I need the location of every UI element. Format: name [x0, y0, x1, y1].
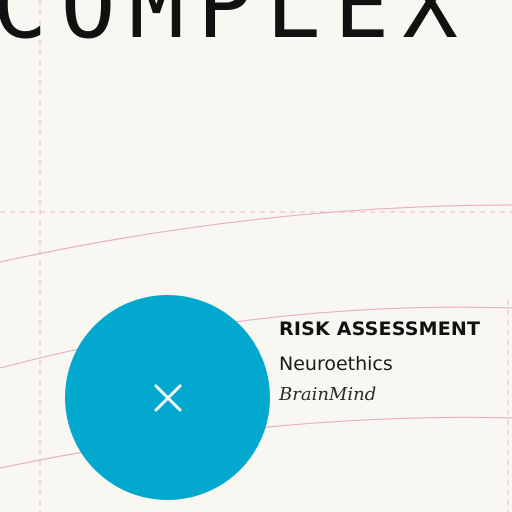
- close-circle-button[interactable]: [65, 295, 270, 500]
- card-title: RISK ASSESSMENT: [279, 318, 481, 340]
- info-card: RISK ASSESSMENT Neuroethics BrainMind: [279, 316, 509, 407]
- poster-canvas: COMPLEX RISK ASSESSMENT Neuroethics Brai…: [0, 0, 512, 512]
- card-brand: BrainMind: [279, 384, 377, 405]
- close-icon: [154, 384, 181, 411]
- card-subtitle: Neuroethics: [279, 353, 393, 375]
- curve-guide-1: [0, 204, 512, 263]
- headline-text: COMPLEX: [0, 0, 471, 59]
